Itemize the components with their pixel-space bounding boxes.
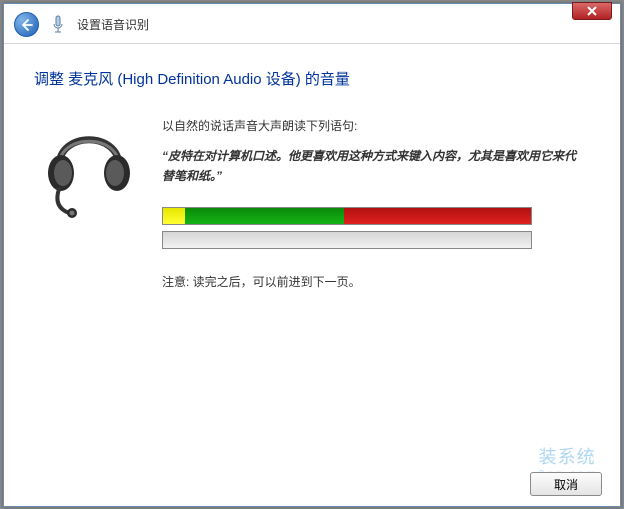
- content-area: 调整 麦克风 (High Definition Audio 设备) 的音量 以自…: [4, 44, 620, 290]
- meter-segment-red: [344, 208, 531, 224]
- back-button[interactable]: [14, 12, 39, 37]
- volume-meter-color: [162, 207, 532, 225]
- watermark-line1: 装系统: [539, 447, 596, 467]
- page-heading: 调整 麦克风 (High Definition Audio 设备) 的音量: [34, 68, 590, 89]
- instruction-text: 以自然的说话声音大声朗读下列语句:: [162, 117, 590, 134]
- meter-segment-green: [185, 208, 344, 224]
- microphone-icon: [49, 14, 67, 36]
- arrow-left-icon: [21, 19, 33, 31]
- volume-meter-level: [162, 231, 532, 249]
- headset-icon: [34, 111, 144, 221]
- footer-buttons: 取消: [530, 472, 602, 496]
- window-close-button[interactable]: [572, 2, 612, 20]
- close-icon: [587, 6, 597, 16]
- header-bar: 设置语音识别: [4, 4, 620, 44]
- wizard-title: 设置语音识别: [77, 16, 149, 33]
- cancel-button[interactable]: 取消: [530, 472, 602, 496]
- sample-phrase: “皮特在对计算机口述。他更喜欢用这种方式来键入内容，尤其是喜欢用它来代替笔和纸。…: [162, 146, 590, 187]
- meter-segment-yellow: [163, 208, 185, 224]
- note-text: 注意: 读完之后，可以前进到下一页。: [162, 273, 590, 290]
